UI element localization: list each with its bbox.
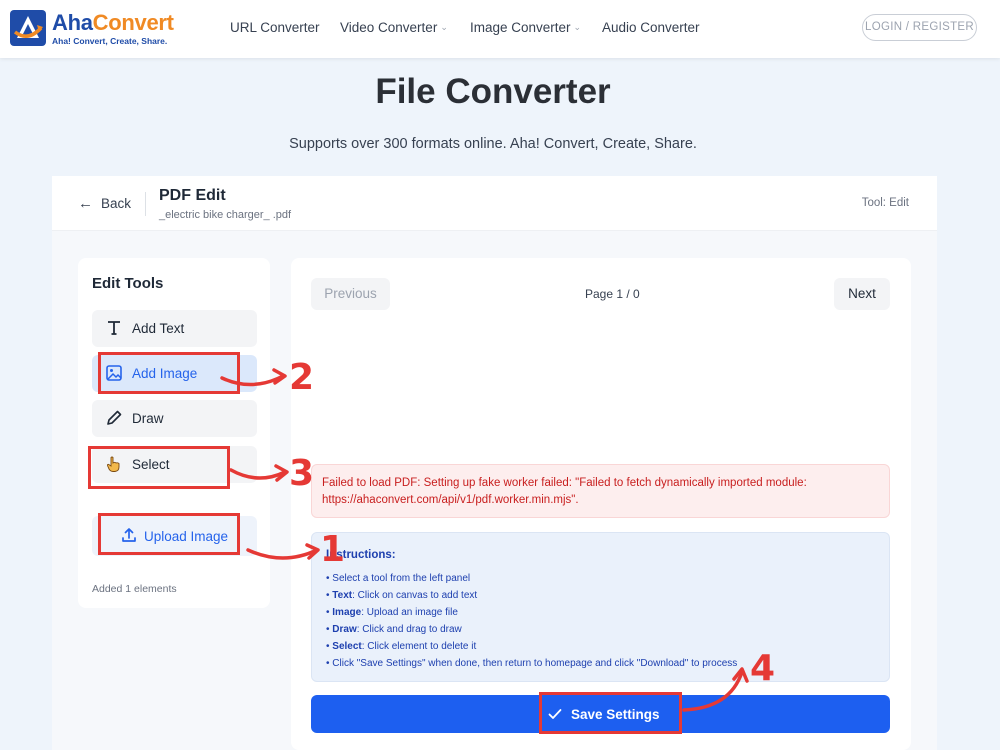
annotation-box-add-image [98,352,240,394]
nav-url-converter[interactable]: URL Converter [230,20,320,35]
instruction-item: • Draw: Click and drag to draw [326,624,462,635]
chevron-down-icon: ⌄ [573,22,582,32]
pencil-icon [107,410,122,425]
pdf-canvas-panel: Previous Page 1 / 0 Next Failed to load … [291,258,911,750]
pdf-load-error: Failed to load PDF: Setting up fake work… [311,464,890,518]
nav-audio-converter[interactable]: Audio Converter [602,20,700,35]
next-page-button[interactable]: Next [834,278,890,310]
top-navigation-bar: AhaConvert Aha! Convert, Create, Share. … [0,0,1000,58]
annotation-step-1: 1 [320,529,346,570]
instruction-item: • Select a tool from the left panel [326,573,471,584]
annotation-box-select [88,446,230,489]
file-name: _electric bike charger_ .pdf [159,209,292,221]
login-register-button[interactable]: LOGIN / REGISTER [862,14,977,41]
editor-header: ← Back PDF Edit _electric bike charger_ .… [52,176,937,231]
page-subtitle: Supports over 300 formats online. Aha! C… [289,136,697,152]
nav-video-converter[interactable]: Video Converter ⌄ [340,20,448,35]
annotation-step-3: 3 [289,453,315,494]
instructions-list: • Select a tool from the left panel • Te… [326,570,737,672]
tool-status: Tool: Edit [861,197,909,209]
brand-logo[interactable]: AhaConvert Aha! Convert, Create, Share. [10,8,185,50]
annotation-box-save-settings [539,692,682,734]
brand-tagline: Aha! Convert, Create, Share. [52,36,168,46]
annotation-box-upload-image [98,513,240,555]
back-button[interactable]: ← Back [78,195,131,212]
logo-mark-icon [10,10,46,46]
page-indicator: Page 1 / 0 [585,287,640,301]
editor-title: PDF Edit [159,187,226,204]
instructions-box: Instructions: • Select a tool from the l… [311,532,890,682]
annotation-step-2: 2 [289,357,315,398]
page-title: File Converter [375,72,611,111]
previous-page-button[interactable]: Previous [311,278,390,310]
nav-image-converter[interactable]: Image Converter ⌄ [470,20,581,35]
instruction-item: • Text: Click on canvas to add text [326,590,478,601]
instruction-item: • Select: Click element to delete it [326,641,477,652]
annotation-step-4: 4 [750,648,776,689]
added-elements-count: Added 1 elements [92,583,177,595]
chevron-down-icon: ⌄ [440,22,448,32]
edit-tools-heading: Edit Tools [92,275,164,292]
draw-button[interactable]: Draw [92,400,257,437]
arrow-left-icon: ← [78,195,93,212]
header-divider [145,192,146,216]
text-icon [108,321,120,335]
instruction-item: • Click "Save Settings" when done, then … [326,658,738,669]
instruction-item: • Image: Upload an image file [326,607,458,618]
brand-name: AhaConvert [52,10,174,35]
edit-tools-panel: Edit Tools Add Text Add Image Draw Selec… [78,258,270,608]
add-text-button[interactable]: Add Text [92,310,257,347]
